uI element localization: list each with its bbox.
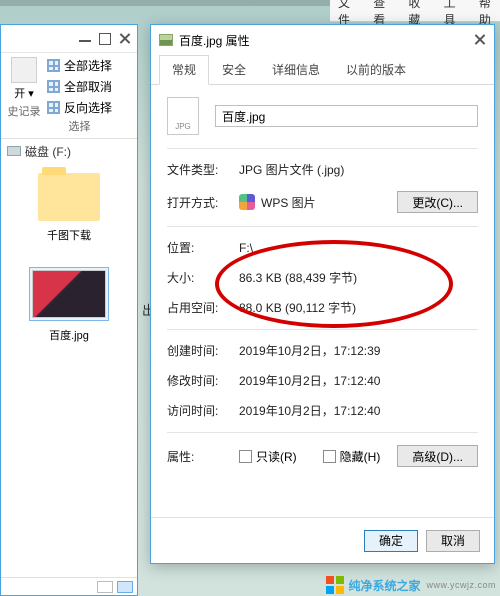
open-button-label: 开 ▾ <box>14 85 34 101</box>
folder-item[interactable]: 千图下载 <box>7 173 131 243</box>
watermark-logo-icon <box>326 576 344 594</box>
properties-close-icon[interactable] <box>474 34 486 46</box>
properties-body: JPG 文件类型: JPG 图片文件 (.jpg) 打开方式: WPS 图片 更… <box>151 85 494 517</box>
properties-title: 百度.jpg 属性 <box>179 32 250 49</box>
size-label: 大小: <box>167 269 239 286</box>
folder-label: 千图下载 <box>47 227 91 243</box>
titlebar-image-icon <box>159 34 173 46</box>
modified-label: 修改时间: <box>167 372 239 389</box>
file-icon: JPG <box>167 97 199 135</box>
watermark-text: 纯净系统之家 <box>348 577 420 594</box>
view-details-icon[interactable] <box>97 581 113 593</box>
maximize-icon[interactable] <box>99 33 111 45</box>
created-value: 2019年10月2日，17:12:39 <box>239 342 380 359</box>
location-label: 位置: <box>167 239 239 256</box>
location-value: F:\ <box>239 241 253 255</box>
filetype-label: 文件类型: <box>167 161 239 178</box>
properties-dialog: 百度.jpg 属性 常规 安全 详细信息 以前的版本 JPG 文件类型: JPG… <box>150 24 495 564</box>
properties-titlebar: 百度.jpg 属性 <box>151 25 494 55</box>
close-icon[interactable] <box>119 33 131 45</box>
minimize-icon[interactable] <box>79 30 91 42</box>
cancel-button[interactable]: 取消 <box>426 530 480 552</box>
watermark: 纯净系统之家 www.ycwjz.com <box>326 576 496 594</box>
image-thumbnail <box>32 270 106 318</box>
watermark-url: www.ycwjz.com <box>426 580 496 590</box>
size-value: 86.3 KB (88,439 字节) <box>239 269 357 286</box>
ondisk-value: 88.0 KB (90,112 字节) <box>239 299 356 316</box>
invert-selection-button[interactable]: 反向选择 <box>47 99 112 116</box>
tab-general[interactable]: 常规 <box>159 55 209 85</box>
accessed-label: 访问时间: <box>167 402 239 419</box>
explorer-statusbar <box>1 577 137 595</box>
filename-input[interactable] <box>215 105 478 127</box>
image-label: 百度.jpg <box>49 327 89 343</box>
wps-icon <box>239 194 255 210</box>
accessed-value: 2019年10月2日，17:12:40 <box>239 402 380 419</box>
change-button[interactable]: 更改(C)... <box>397 191 478 213</box>
attributes-label: 属性: <box>167 448 239 465</box>
tab-details[interactable]: 详细信息 <box>259 55 333 84</box>
created-label: 创建时间: <box>167 342 239 359</box>
explorer-ribbon: 开 ▾ 史记录 全部选择 全部取消 反向选择 选择 <box>1 53 137 139</box>
background-menubar: 文件 查看 收藏 工具 帮助 <box>330 0 500 22</box>
open-button-icon[interactable] <box>11 57 37 83</box>
ribbon-group-label: 选择 <box>47 118 112 134</box>
select-none-button[interactable]: 全部取消 <box>47 78 112 95</box>
location-text: 磁盘 (F:) <box>25 143 71 160</box>
ok-button[interactable]: 确定 <box>364 530 418 552</box>
advanced-button[interactable]: 高级(D)... <box>397 445 478 467</box>
tab-previous[interactable]: 以前的版本 <box>333 55 419 84</box>
image-item[interactable]: 百度.jpg <box>7 267 131 343</box>
properties-tabs: 常规 安全 详细信息 以前的版本 <box>151 55 494 85</box>
tab-security[interactable]: 安全 <box>209 55 259 84</box>
hidden-checkbox[interactable]: 隐藏(H) <box>323 448 381 465</box>
ondisk-label: 占用空间: <box>167 299 239 316</box>
explorer-content: 千图下载 百度.jpg <box>1 163 137 577</box>
properties-footer: 确定 取消 <box>151 517 494 563</box>
explorer-window: 开 ▾ 史记录 全部选择 全部取消 反向选择 选择 磁盘 (F:) 千图下载 百… <box>0 24 138 596</box>
location-bar[interactable]: 磁盘 (F:) <box>1 139 137 163</box>
modified-value: 2019年10月2日，17:12:40 <box>239 372 380 389</box>
readonly-checkbox[interactable]: 只读(R) <box>239 448 297 465</box>
filetype-value: JPG 图片文件 (.jpg) <box>239 161 344 178</box>
openwith-label: 打开方式: <box>167 194 239 211</box>
select-all-button[interactable]: 全部选择 <box>47 57 112 74</box>
history-label: 史记录 <box>8 103 41 119</box>
openwith-value: WPS 图片 <box>261 194 316 211</box>
view-thumbs-icon[interactable] <box>117 581 133 593</box>
folder-icon <box>38 173 100 221</box>
explorer-titlebar <box>1 25 137 53</box>
disk-icon <box>7 146 21 156</box>
